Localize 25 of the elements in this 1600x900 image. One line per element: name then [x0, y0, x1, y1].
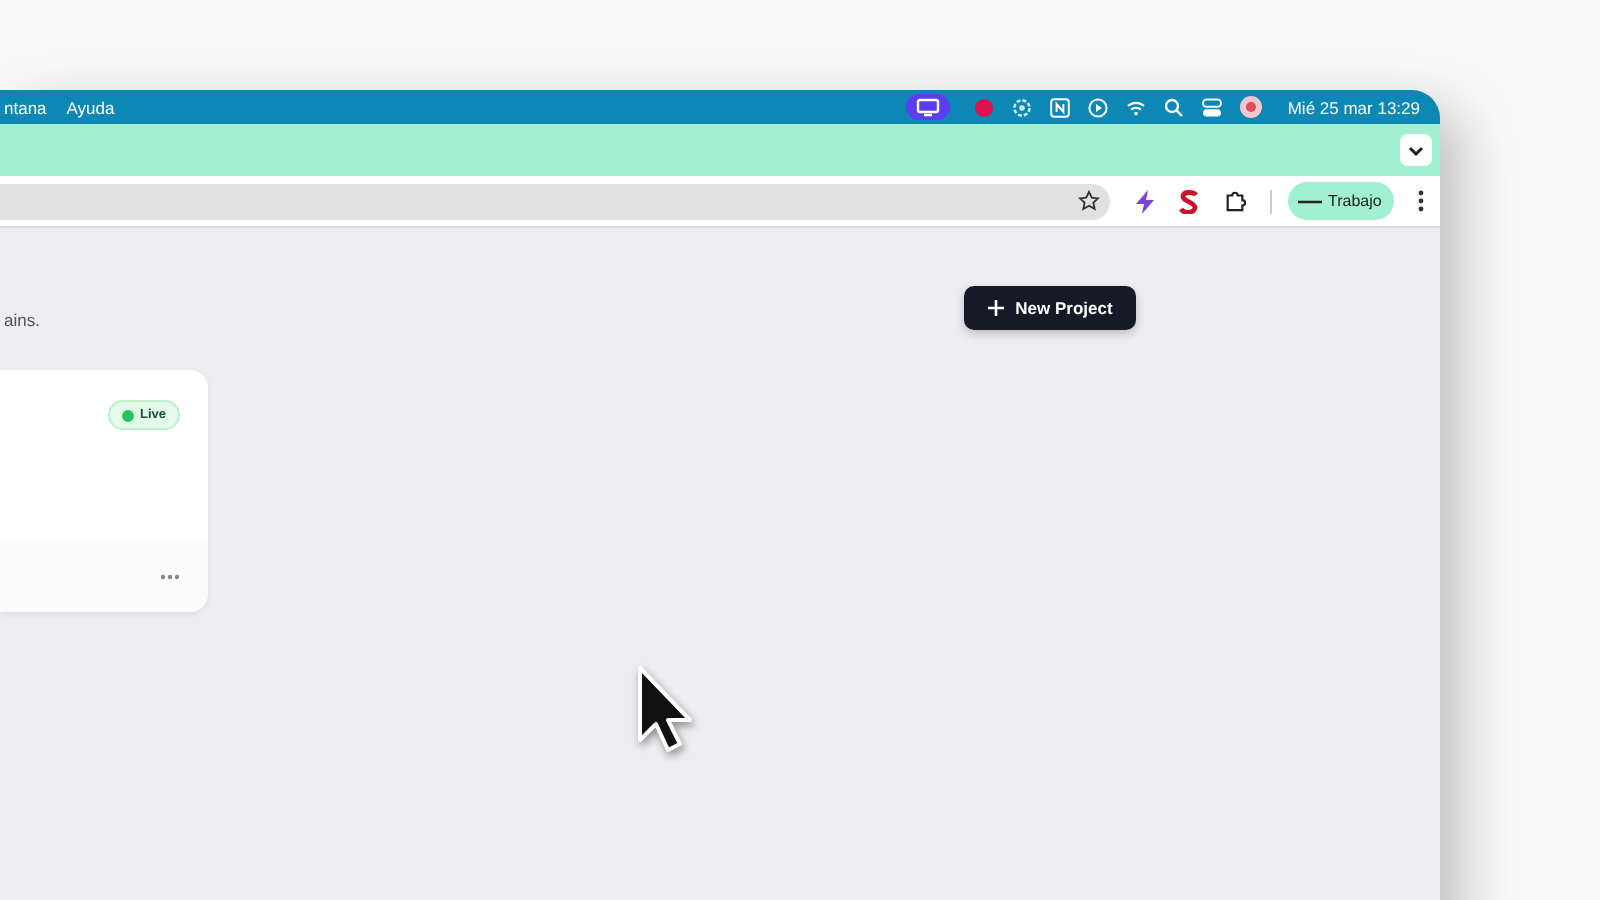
wifi-icon[interactable] [1125, 99, 1146, 115]
more-vertical-icon[interactable] [1417, 190, 1424, 212]
search-icon[interactable] [1163, 97, 1184, 117]
mouse-pointer-icon [636, 664, 696, 756]
page-subtitle: ains. [4, 309, 40, 329]
star-icon[interactable] [1078, 190, 1100, 212]
profile-button[interactable]: Trabajo [1288, 182, 1394, 220]
control-center-icon[interactable] [1201, 97, 1222, 117]
more-horizontal-icon[interactable] [160, 574, 180, 580]
puzzle-icon[interactable] [1224, 190, 1246, 212]
menu-bar-clock: Mié 25 mar 13:29 [1287, 97, 1420, 117]
dash-icon [1298, 199, 1322, 203]
chevron-down-icon [1408, 145, 1424, 155]
plus-icon [987, 300, 1004, 316]
menu-item[interactable]: ntana [4, 97, 47, 117]
play-icon[interactable] [1087, 97, 1108, 117]
screen-share-icon[interactable] [905, 94, 950, 120]
lightning-icon[interactable] [1134, 189, 1158, 213]
gear-icon[interactable] [1011, 97, 1032, 117]
new-project-button[interactable]: New Project [964, 286, 1136, 330]
tab-search-button[interactable] [1400, 134, 1432, 166]
extension-icon[interactable] [1178, 189, 1200, 213]
avatar-icon[interactable] [1239, 96, 1262, 118]
menu-item[interactable]: Ayuda [66, 97, 115, 117]
status-dot-icon [121, 409, 134, 421]
